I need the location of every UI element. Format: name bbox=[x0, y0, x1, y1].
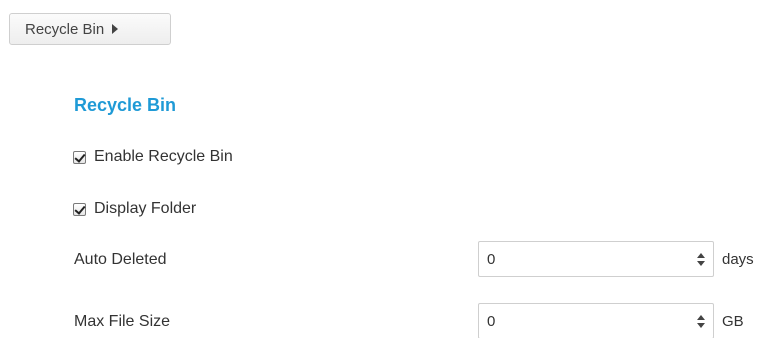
breadcrumb-label: Recycle Bin bbox=[25, 20, 105, 38]
auto-deleted-unit: days bbox=[722, 251, 754, 268]
caret-right-icon bbox=[112, 24, 119, 34]
breadcrumb-button[interactable]: Recycle Bin bbox=[9, 13, 171, 45]
auto-deleted-input[interactable] bbox=[479, 242, 689, 276]
enable-recycle-bin-label: Enable Recycle Bin bbox=[94, 148, 233, 165]
recycle-bin-settings-page: Recycle Bin Recycle Bin Enable Recycle B… bbox=[0, 0, 763, 338]
increment-arrow-icon[interactable] bbox=[697, 314, 705, 320]
checkmark-icon bbox=[74, 150, 86, 163]
auto-deleted-label: Auto Deleted bbox=[74, 251, 167, 268]
auto-deleted-spinbox[interactable] bbox=[478, 241, 714, 277]
decrement-arrow-icon[interactable] bbox=[697, 322, 705, 328]
max-file-size-spinbox[interactable] bbox=[478, 303, 714, 338]
display-folder-checkbox[interactable] bbox=[73, 202, 86, 216]
display-folder-option[interactable]: Display Folder bbox=[73, 200, 196, 218]
section-title: Recycle Bin bbox=[74, 95, 177, 115]
increment-arrow-icon[interactable] bbox=[697, 252, 705, 258]
enable-recycle-bin-option[interactable]: Enable Recycle Bin bbox=[73, 148, 233, 166]
decrement-arrow-icon[interactable] bbox=[697, 260, 705, 266]
enable-recycle-bin-checkbox[interactable] bbox=[73, 150, 86, 164]
checkmark-icon bbox=[74, 202, 86, 215]
display-folder-label: Display Folder bbox=[94, 200, 197, 217]
auto-deleted-stepper[interactable] bbox=[689, 242, 713, 276]
max-file-size-input[interactable] bbox=[479, 304, 689, 338]
max-file-size-stepper[interactable] bbox=[689, 304, 713, 338]
max-file-size-unit: GB bbox=[722, 313, 744, 330]
max-file-size-label: Max File Size bbox=[74, 313, 171, 330]
